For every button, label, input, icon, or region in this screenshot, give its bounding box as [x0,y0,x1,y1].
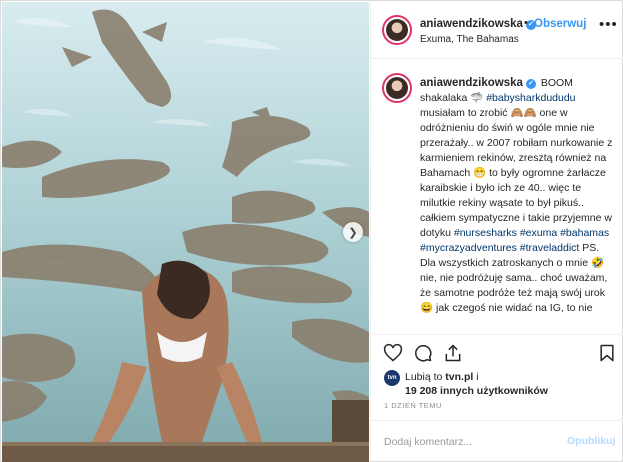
caption-section: aniawendzikowska ✓ BOOM shakalaka 🦈 #baby… [371,59,623,334]
share-icon[interactable] [443,343,463,363]
next-image-button[interactable]: ❯ [343,222,363,242]
comment-bar: Opublikuj [371,420,623,462]
author-username[interactable]: aniawendzikowska ✓ [420,18,536,30]
post-timestamp[interactable]: 1 DZIEŃ TEMU [384,401,442,410]
caption-avatar[interactable] [382,73,412,103]
hashtag-link[interactable]: #nursesharks [454,227,517,239]
heart-icon[interactable] [383,343,403,363]
location-link[interactable]: Exuma, The Bahamas [420,34,519,45]
hashtag-link[interactable]: #babysharkdududu [486,92,575,104]
caption-body: BOOM shakalaka 🦈 #babysharkdududu musiał… [420,77,612,314]
liked-by-text: Lubią to tvn.pl i [405,371,479,383]
post-side-panel: aniawendzikowska ✓ • Obserwuj Exuma, The … [370,2,623,462]
chevron-right-icon: ❯ [348,226,358,239]
header-separator: • [524,17,528,29]
caption-username-text[interactable]: aniawendzikowska [420,77,523,89]
verified-icon: ✓ [525,79,536,89]
comment-input[interactable] [384,434,564,450]
hashtag-link[interactable]: #exuma [520,227,557,239]
hashtag-link[interactable]: #bahamas [560,227,609,239]
instagram-post: ❯ aniawendzikowska ✓ • Obserwuj Exuma, Th… [0,0,623,462]
follow-button[interactable]: Obserwuj [534,18,586,30]
first-liker-link[interactable]: tvn.pl [445,371,473,383]
post-header: aniawendzikowska ✓ • Obserwuj Exuma, The … [371,2,623,59]
post-actions [371,334,623,369]
hashtag-link[interactable]: #mycrazyadventures [420,242,517,254]
more-icon[interactable]: ••• [599,16,618,33]
comment-icon[interactable] [413,343,433,363]
other-likers-link[interactable]: 19 208 innych użytkowników [405,385,548,397]
hashtag-link[interactable]: #traveladdict [520,242,580,254]
liked-by-and: i [476,371,479,383]
caption-segment: musiałam to zrobić 🙈🙈 one w odróżnieniu … [420,107,613,239]
publish-button[interactable]: Opublikuj [567,435,615,447]
liked-by-prefix: Lubią to [405,371,443,383]
sharks-photo-illustration [2,2,369,462]
liker-avatar[interactable]: tvn [384,370,400,386]
avatar[interactable] [382,15,412,45]
bookmark-icon[interactable] [597,343,617,363]
author-username-text[interactable]: aniawendzikowska [420,18,523,30]
caption-username[interactable]: aniawendzikowska ✓ [420,77,536,89]
post-photo[interactable]: ❯ [2,2,369,462]
caption-text: aniawendzikowska ✓ BOOM shakalaka 🦈 #baby… [420,76,616,316]
